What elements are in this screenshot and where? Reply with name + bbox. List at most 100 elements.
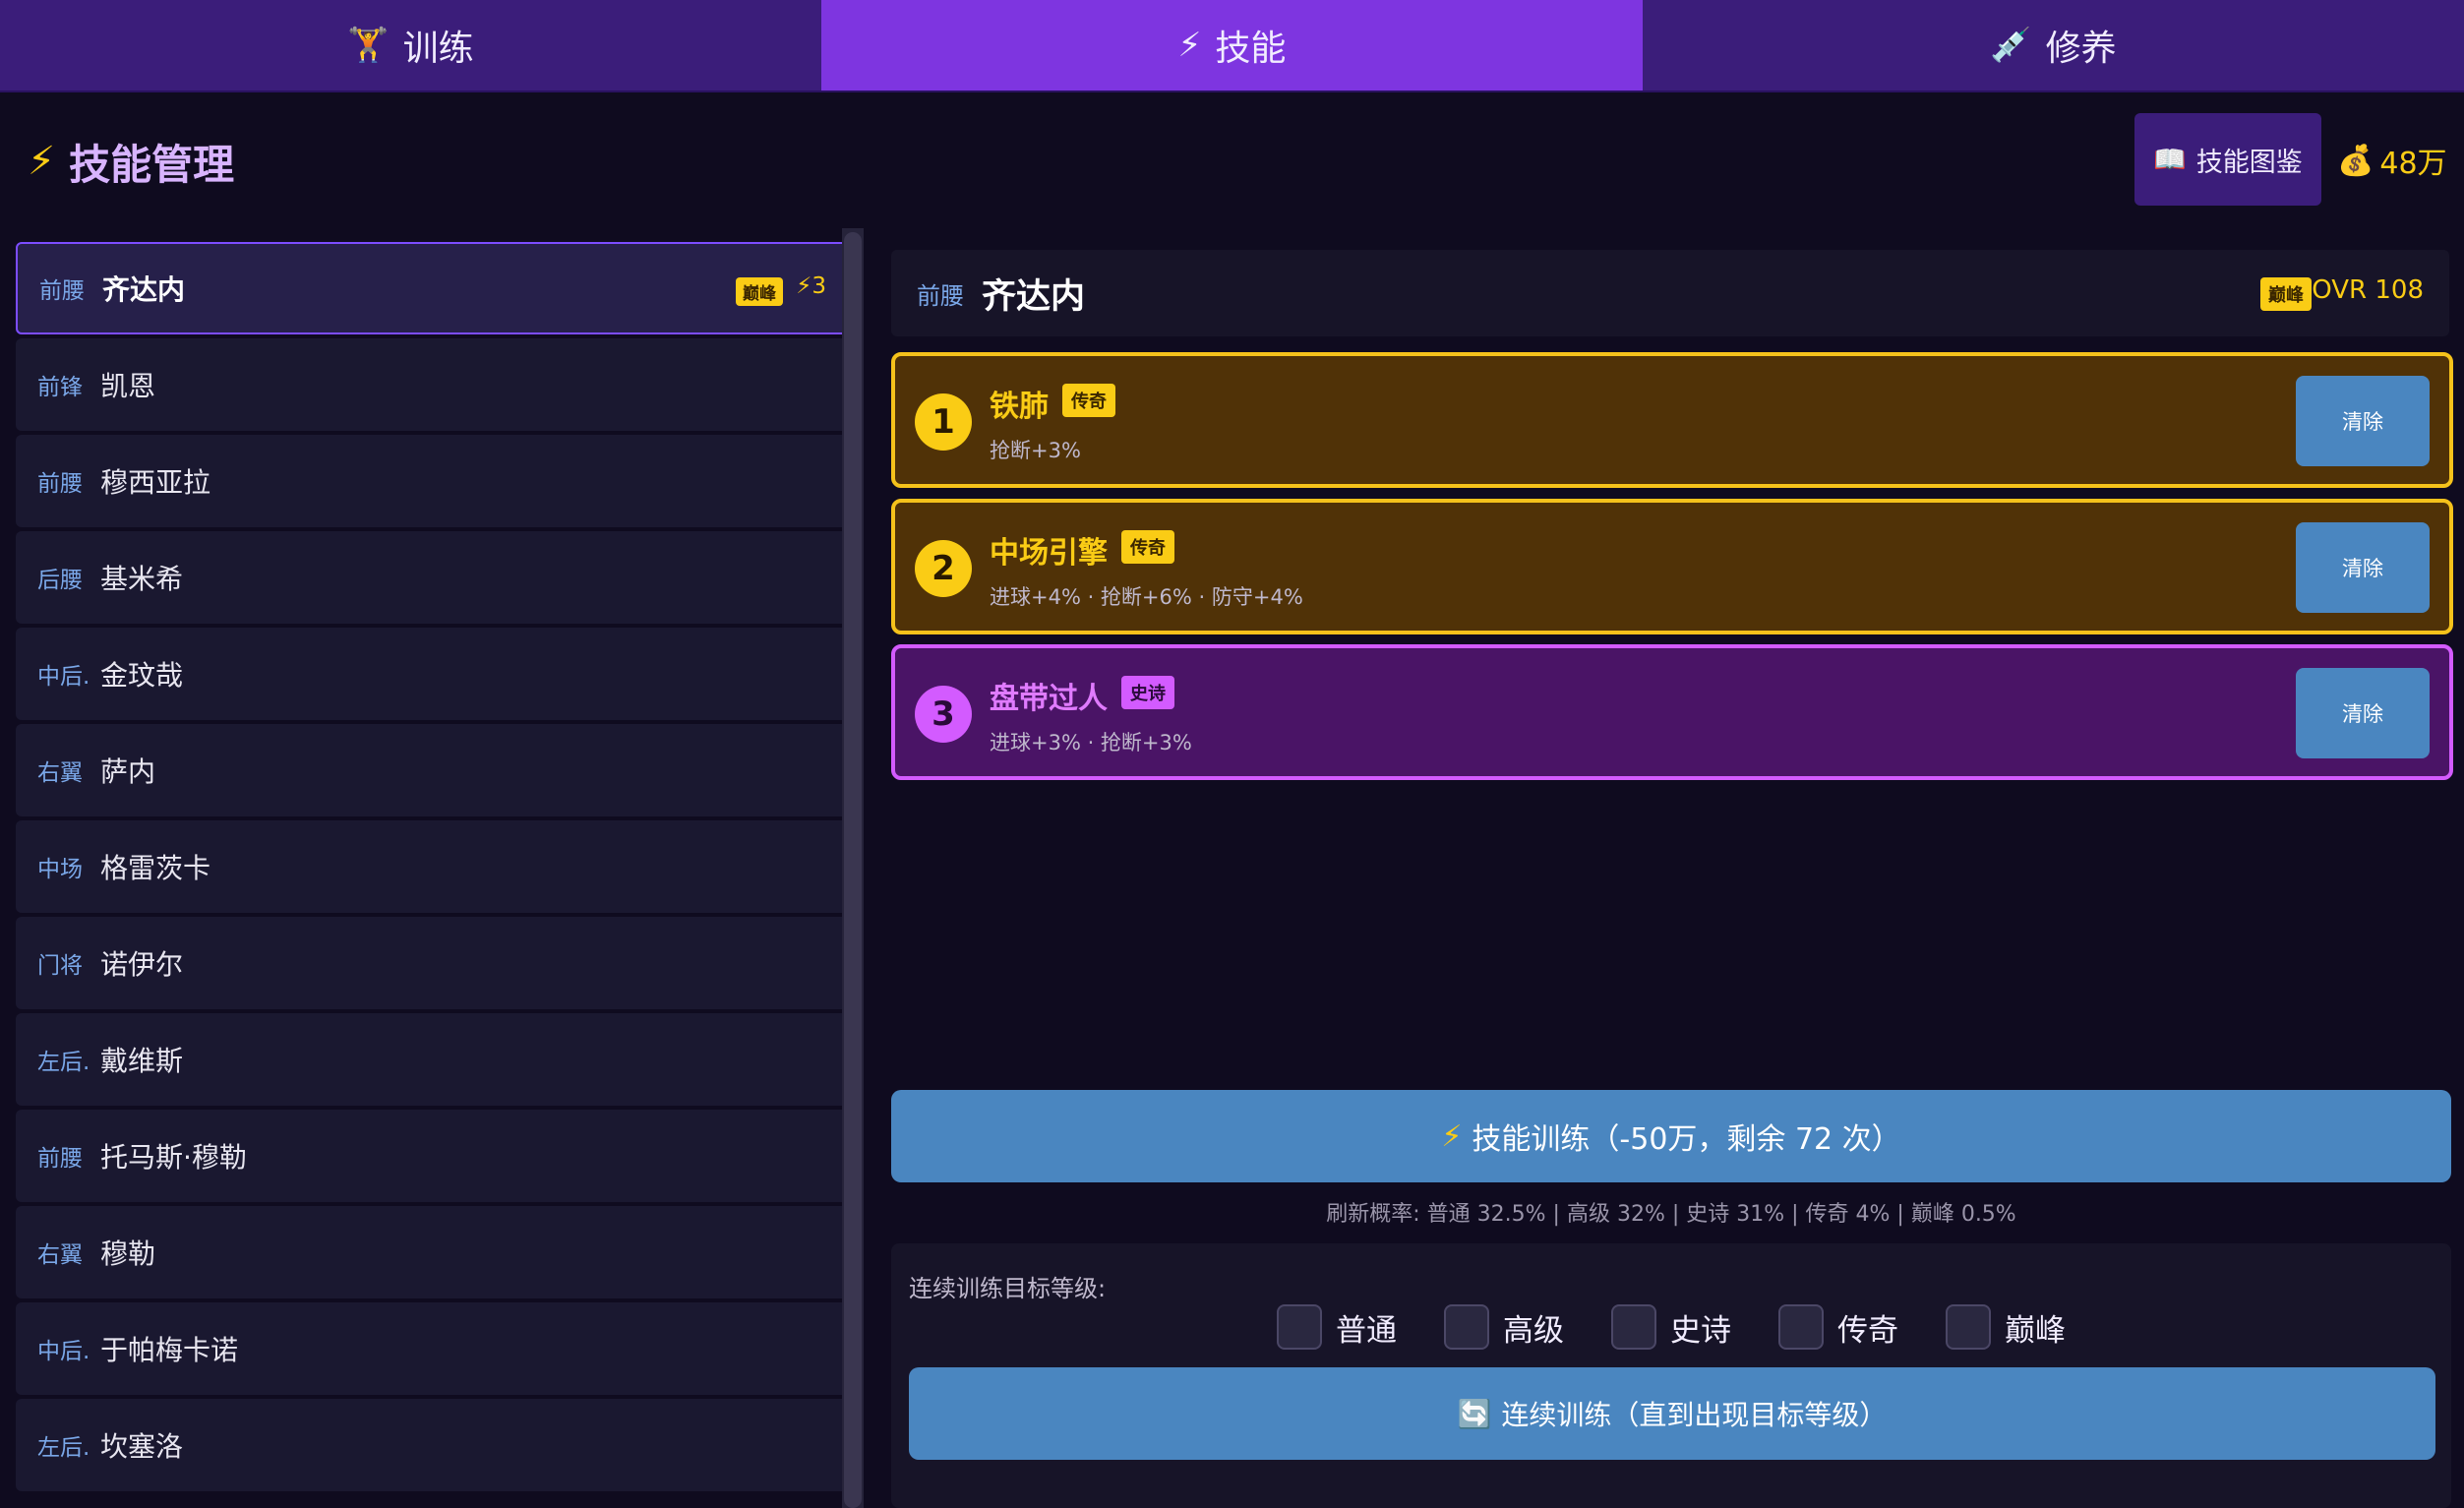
player-name: 穆勒 bbox=[100, 1237, 156, 1270]
player-row[interactable]: 前腰 穆西亚拉 bbox=[16, 435, 852, 527]
top-tab-bar: 🏋 训练 ⚡ 技能 💉 修养 bbox=[0, 0, 2464, 92]
target-level-options: 普通 高级 史诗 传奇 巅峰 bbox=[891, 1304, 2451, 1350]
selected-player-header: 前腰 齐达内 巅峰 OVR 108 bbox=[891, 250, 2449, 336]
player-position: 左后. bbox=[37, 1435, 90, 1461]
coin-amount: 48万 bbox=[2379, 147, 2447, 181]
player-row[interactable]: 左后. 戴维斯 bbox=[16, 1013, 852, 1106]
player-name: 于帕梅卡诺 bbox=[100, 1334, 239, 1366]
player-position: 后腰 bbox=[37, 568, 83, 593]
player-name: 戴维斯 bbox=[100, 1045, 184, 1077]
money-bag-icon: 💰 bbox=[2337, 143, 2374, 178]
player-position: 前腰 bbox=[37, 471, 83, 497]
level-label: 史诗 bbox=[1670, 1312, 1731, 1349]
weightlifter-icon: 🏋 bbox=[347, 26, 390, 65]
player-row[interactable]: 前锋 凯恩 bbox=[16, 338, 852, 431]
player-name: 诺伊尔 bbox=[100, 948, 184, 981]
continuous-train-label: 连续训练（直到出现目标等级） bbox=[1501, 1399, 1888, 1431]
level-checkbox[interactable] bbox=[1611, 1304, 1656, 1350]
target-level-option[interactable]: 普通 bbox=[1277, 1304, 1397, 1350]
player-row[interactable]: 前腰 齐达内 巅峰 ⚡3 bbox=[16, 242, 850, 334]
player-list-scrollbar-thumb[interactable] bbox=[844, 232, 862, 1508]
player-name: 基米希 bbox=[100, 563, 184, 595]
tab-training-label: 训练 bbox=[402, 29, 474, 69]
level-checkbox[interactable] bbox=[1277, 1304, 1322, 1350]
tier-badge: 巅峰 bbox=[2260, 277, 2312, 311]
player-position: 右翼 bbox=[37, 1242, 83, 1268]
level-checkbox[interactable] bbox=[1778, 1304, 1824, 1350]
player-row[interactable]: 中后. 于帕梅卡诺 bbox=[16, 1302, 852, 1395]
player-position: 前锋 bbox=[37, 375, 83, 400]
level-checkbox[interactable] bbox=[1946, 1304, 1991, 1350]
slot-number: 1 bbox=[915, 393, 972, 451]
coin-balance: 💰 48万 bbox=[2337, 138, 2447, 183]
player-position: 前腰 bbox=[39, 278, 85, 304]
book-icon: 📖 bbox=[2153, 145, 2187, 175]
slot-number: 3 bbox=[915, 686, 972, 743]
skill-effects: 进球+4% · 抢断+6% · 防守+4% bbox=[990, 585, 1303, 609]
clear-skill-button[interactable]: 清除 bbox=[2296, 668, 2430, 758]
player-row[interactable]: 中场 格雷茨卡 bbox=[16, 820, 852, 913]
player-position: 中后. bbox=[37, 664, 90, 690]
page-title-text: 技能管理 bbox=[69, 140, 235, 189]
rarity-badge: 史诗 bbox=[1121, 676, 1174, 709]
syringe-icon: 💉 bbox=[1990, 26, 2032, 65]
selected-player-position: 前腰 bbox=[917, 281, 964, 310]
tab-skills[interactable]: ⚡ 技能 bbox=[821, 0, 1643, 92]
target-level-option[interactable]: 史诗 bbox=[1611, 1304, 1731, 1350]
continuous-train-button[interactable]: 🔄 连续训练（直到出现目标等级） bbox=[909, 1367, 2435, 1460]
level-checkbox[interactable] bbox=[1444, 1304, 1489, 1350]
player-list: 前腰 齐达内 巅峰 ⚡3 前锋 凯恩 前腰 穆西亚拉 后腰 基米希 中后. 金玟哉 右翼 萨内 中场 格雷茨卡… bbox=[16, 242, 852, 1508]
player-row[interactable]: 左后. 坎塞洛 bbox=[16, 1399, 852, 1491]
skill-name: 中场引擎 bbox=[990, 536, 1108, 571]
skill-effects: 进球+3% · 抢断+3% bbox=[990, 731, 1192, 754]
player-position: 中场 bbox=[37, 857, 83, 882]
skill-dex-button[interactable]: 📖 技能图鉴 bbox=[2134, 113, 2321, 206]
level-label: 巅峰 bbox=[2005, 1312, 2066, 1349]
player-name: 金玟哉 bbox=[100, 659, 184, 692]
target-level-option[interactable]: 传奇 bbox=[1778, 1304, 1898, 1350]
refresh-icon: 🔄 bbox=[1457, 1397, 1492, 1430]
lightning-icon: ⚡ bbox=[28, 139, 56, 184]
skill-name: 铁肺 bbox=[990, 390, 1049, 424]
skill-effects: 抢断+3% bbox=[990, 439, 1081, 462]
player-position: 中后. bbox=[37, 1339, 90, 1364]
tab-training[interactable]: 🏋 训练 bbox=[0, 0, 821, 92]
player-position: 右翼 bbox=[37, 760, 83, 786]
lightning-icon: ⚡ bbox=[1177, 26, 1202, 65]
tab-skills-label: 技能 bbox=[1215, 29, 1287, 69]
target-level-option[interactable]: 巅峰 bbox=[1946, 1304, 2066, 1350]
ovr-rating: OVR 108 bbox=[2312, 275, 2424, 305]
skill-detail-panel: 前腰 齐达内 巅峰 OVR 108 1 铁肺 传奇 抢断+3% 清除 2 中场引擎 传奇 进球+… bbox=[879, 242, 2453, 1508]
player-row[interactable]: 后腰 基米希 bbox=[16, 531, 852, 624]
tab-recovery[interactable]: 💉 修养 bbox=[1643, 0, 2464, 92]
player-position: 左后. bbox=[37, 1050, 90, 1075]
level-label: 传奇 bbox=[1837, 1312, 1898, 1349]
player-name: 凯恩 bbox=[100, 370, 156, 402]
player-name: 坎塞洛 bbox=[100, 1430, 184, 1463]
player-row[interactable]: 门将 诺伊尔 bbox=[16, 917, 852, 1009]
skill-name: 盘带过人 bbox=[990, 682, 1108, 716]
level-label: 普通 bbox=[1336, 1312, 1397, 1349]
clear-skill-button[interactable]: 清除 bbox=[2296, 522, 2430, 613]
level-label: 高级 bbox=[1503, 1312, 1564, 1349]
selected-player-name: 齐达内 bbox=[982, 276, 1086, 317]
skill-train-button[interactable]: ⚡ 技能训练（-50万，剩余 72 次） bbox=[891, 1090, 2451, 1182]
target-level-option[interactable]: 高级 bbox=[1444, 1304, 1564, 1350]
tier-badge: 巅峰 bbox=[736, 277, 783, 306]
player-name: 格雷茨卡 bbox=[100, 852, 211, 884]
player-row[interactable]: 右翼 穆勒 bbox=[16, 1206, 852, 1298]
clear-skill-button[interactable]: 清除 bbox=[2296, 376, 2430, 466]
player-row[interactable]: 右翼 萨内 bbox=[16, 724, 852, 816]
rarity-badge: 传奇 bbox=[1121, 530, 1174, 564]
player-row[interactable]: 中后. 金玟哉 bbox=[16, 628, 852, 720]
skill-slot-card: 1 铁肺 传奇抢断+3% 清除 bbox=[891, 352, 2453, 488]
skill-slot-card: 3 盘带过人 史诗进球+3% · 抢断+3% 清除 bbox=[891, 644, 2453, 780]
player-name: 萨内 bbox=[100, 755, 156, 788]
page-title: ⚡ 技能管理 bbox=[28, 134, 234, 189]
player-name: 穆西亚拉 bbox=[100, 466, 211, 499]
player-position: 门将 bbox=[37, 953, 83, 979]
player-row[interactable]: 前腰 托马斯·穆勒 bbox=[16, 1110, 852, 1202]
target-level-label: 连续训练目标等级: bbox=[909, 1275, 1107, 1302]
rarity-badge: 传奇 bbox=[1062, 384, 1115, 417]
skill-dex-label: 技能图鉴 bbox=[2195, 147, 2303, 178]
